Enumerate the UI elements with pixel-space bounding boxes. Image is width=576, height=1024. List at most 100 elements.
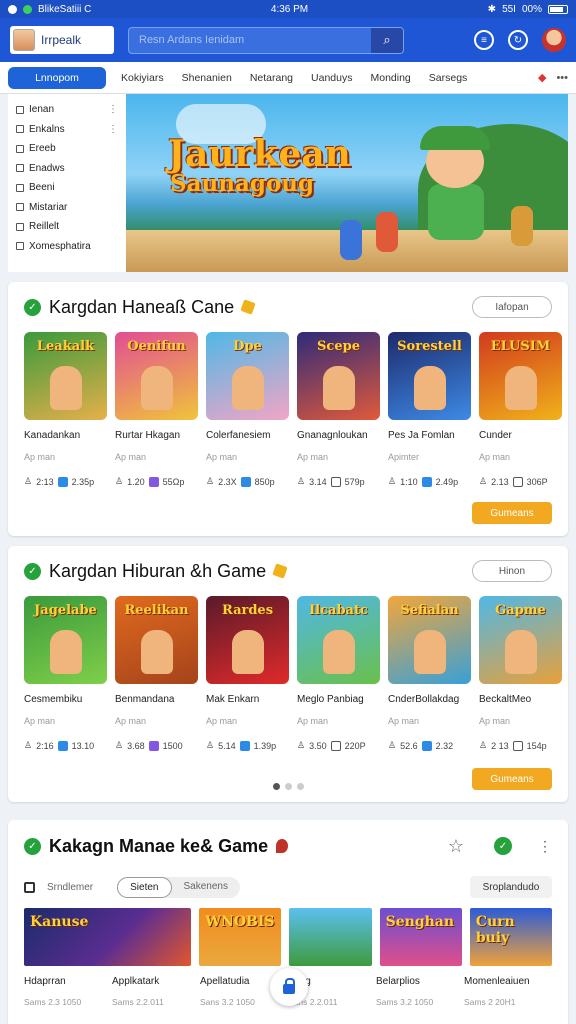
section-card-1: ✓ Kargdan Haneaß Cane Iafopan Leakalk Ka… — [8, 282, 568, 536]
game-card[interactable]: Oenifun Rurtar Hkagan Ap man ♙ 1.20 55Ωp — [115, 332, 198, 487]
user-icon: ♙ — [24, 476, 33, 486]
game-thumbnail[interactable]: Reelikan — [115, 596, 198, 684]
game-thumbnail[interactable]: ELUSIM — [479, 332, 562, 420]
list-item[interactable]: Belarplios Sams 3.2 1050 — [376, 976, 464, 1007]
character-figure — [141, 366, 173, 410]
tab-6[interactable]: Sarsegs — [420, 72, 477, 84]
game-thumbnail[interactable]: Ilcabatc — [297, 596, 380, 684]
game-thumbnail[interactable]: Rardes — [206, 596, 289, 684]
featured-tile[interactable]: WNOBIS — [199, 908, 282, 966]
more-vert-icon[interactable]: ⋮ — [108, 124, 118, 135]
tab-1[interactable]: Kokiyiars — [112, 72, 173, 84]
side-menu-item[interactable]: Enkalns ⋮ — [16, 120, 118, 140]
search-button[interactable]: ⌕ — [371, 27, 403, 53]
game-stats: ♙ 1:10 2.49p — [388, 476, 471, 487]
filter-label: Srndlemer — [47, 881, 94, 893]
side-menu-label: Xomesphatira — [29, 240, 91, 252]
thumbnail-title: Sefialan — [400, 603, 459, 618]
game-card[interactable]: Dpe Colerfanesiem Ap man ♙ 2.3X 850p — [206, 332, 289, 487]
verified-icon[interactable]: ✓ — [494, 837, 512, 855]
featured-tile[interactable]: Curn buiy — [469, 908, 552, 966]
more-vert-icon[interactable]: ⋮ — [538, 838, 552, 855]
section-filter-pill[interactable]: Hinon — [472, 560, 552, 582]
game-thumbnail[interactable]: Oenifun — [115, 332, 198, 420]
featured-tile[interactable] — [289, 908, 372, 966]
badge-icon — [330, 740, 341, 751]
gamepad-icon[interactable]: ◆ — [538, 71, 546, 84]
tag-icon — [240, 299, 256, 315]
section-filter-pill[interactable]: Iafopan — [472, 296, 552, 318]
game-card[interactable]: Jagelabe Cesmembiku Ap man ♙ 2:16 13.10 — [24, 596, 107, 751]
user-icon: ♙ — [115, 476, 124, 486]
item-icon — [16, 203, 24, 212]
list-item[interactable]: Applkatark Sams 2.2.011 — [112, 976, 200, 1007]
game-thumbnail[interactable]: Sorestell — [388, 332, 471, 420]
list-item[interactable]: Hdaprran Sams 2.3 1050 — [24, 976, 112, 1007]
tab-4[interactable]: Uanduys — [302, 72, 361, 84]
side-menu-item[interactable]: Ereeb — [16, 139, 118, 159]
game-thumbnail[interactable]: Scepe — [297, 332, 380, 420]
tab-5[interactable]: Monding — [361, 72, 419, 84]
featured-tile[interactable]: Senghan — [379, 908, 462, 966]
game-name: Pes Ja Fomlan — [388, 430, 455, 441]
side-menu-item[interactable]: Ienan ⋮ — [16, 100, 118, 120]
lock-fab-button[interactable] — [270, 968, 308, 1006]
game-rating: 5.14 — [218, 740, 236, 751]
game-card[interactable]: Ilcabatc Meglo Panbiag Ap man ♙ 3.50 220… — [297, 596, 380, 751]
list-item[interactable]: Momenleaiuen Sams 2 20H1 — [464, 976, 552, 1007]
status-time: 4:36 PM — [270, 3, 309, 15]
game-thumbnail[interactable]: Leakalk — [24, 332, 107, 420]
game-card[interactable]: Sefialan CnderBollakdag Ap man ♙ 52.6 2.… — [388, 596, 471, 751]
thumbnail-title: Ilcabatc — [309, 603, 368, 618]
game-card[interactable]: Leakalk Kanadankan Ap man ♙ 2:13 2.35p — [24, 332, 107, 487]
character-figure — [414, 630, 446, 674]
side-menu-item[interactable]: Enadws — [16, 159, 118, 179]
tab-0[interactable]: Lnnopom — [8, 66, 106, 89]
tile-title: Senghan — [385, 914, 455, 930]
sort-button[interactable]: Sroplandudo — [470, 876, 552, 898]
side-menu-item[interactable]: Beeni — [16, 178, 118, 198]
featured-tile[interactable]: Kanuse — [24, 908, 192, 966]
game-card[interactable]: Sorestell Pes Ja Fomlan Apimter ♙ 1:10 2… — [388, 332, 471, 487]
tab-2[interactable]: Shenanien — [173, 72, 241, 84]
badge-icon — [57, 476, 68, 487]
game-card[interactable]: Scepe Gnanagnloukan Ap man ♙ 3.14 579p — [297, 332, 380, 487]
game-card[interactable]: ELUSIM Cunder Ap man ♙ 2.13 306P — [479, 332, 562, 487]
hero-banner[interactable]: Jaurkean Saunagoug — [126, 94, 568, 272]
carousel-dot[interactable] — [296, 783, 304, 790]
game-thumbnail[interactable]: Jagelabe — [24, 596, 107, 684]
brand[interactable]: Irrpealk — [10, 26, 114, 54]
more-button[interactable]: Gumeans — [472, 502, 552, 524]
game-subtitle: Ap man — [115, 452, 147, 462]
tag-icon — [272, 563, 288, 579]
search-input[interactable] — [129, 34, 371, 46]
game-thumbnail[interactable]: Dpe — [206, 332, 289, 420]
game-card[interactable]: Reelikan Benmandana Ap man ♙ 3.68 1500 — [115, 596, 198, 751]
carousel-dot[interactable] — [272, 783, 280, 790]
game-name: Cunder — [479, 430, 512, 441]
side-menu-item[interactable]: Xomesphatira — [16, 237, 118, 257]
star-icon[interactable]: ☆ — [448, 836, 464, 857]
side-menu-item[interactable]: Reillelt — [16, 217, 118, 237]
kid-figure — [340, 220, 362, 260]
carousel-dot[interactable] — [284, 783, 292, 790]
game-card[interactable]: Rardes Mak Enkarn Ap man ♙ 5.14 1.39p — [206, 596, 289, 751]
side-menu-item[interactable]: Mistariar — [16, 198, 118, 218]
thumbnail-title: Scepe — [317, 339, 360, 354]
profile-mascot-icon[interactable] — [542, 28, 566, 52]
segment-option[interactable]: Sieten — [117, 876, 172, 898]
game-thumbnail[interactable]: Gapme — [479, 596, 562, 684]
refresh-icon[interactable]: ↻ — [508, 30, 528, 50]
game-subtitle: Ap man — [206, 452, 238, 462]
menu-circle-icon[interactable]: ≡ — [474, 30, 494, 50]
user-icon: ♙ — [297, 476, 306, 486]
thumbnail-title: Gapme — [495, 603, 546, 618]
tab-3[interactable]: Netarang — [241, 72, 302, 84]
segment-option[interactable]: Sakenens — [172, 877, 240, 898]
game-card[interactable]: Gapme BeckaltMeo Ap man ♙ 2 13 154p — [479, 596, 562, 751]
more-icon[interactable]: ••• — [556, 72, 568, 84]
more-vert-icon[interactable]: ⋮ — [108, 104, 118, 115]
side-menu-label: Enkalns — [29, 123, 65, 135]
character-figure — [232, 366, 264, 410]
game-thumbnail[interactable]: Sefialan — [388, 596, 471, 684]
